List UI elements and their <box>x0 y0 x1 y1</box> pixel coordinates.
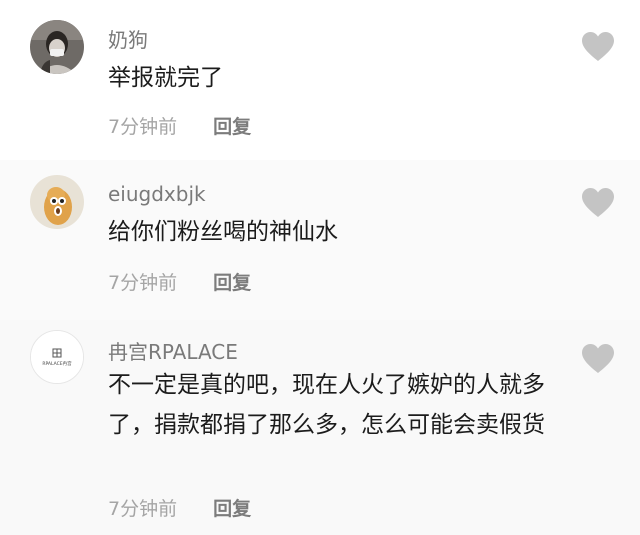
like-button[interactable] <box>582 32 614 62</box>
comment-time: 7分钟前 <box>108 498 178 520</box>
like-button[interactable] <box>582 188 614 218</box>
like-button[interactable] <box>582 344 614 374</box>
heart-icon <box>582 188 614 217</box>
username[interactable]: 奶狗 <box>108 24 148 53</box>
comment-text: 不一定是真的吧，现在人火了嫉妒的人就多了，捐款都捐了那么多，怎么可能会卖假货 <box>108 372 545 438</box>
username[interactable]: 冉宫RPALACE <box>108 336 238 365</box>
comment-time: 7分钟前 <box>108 272 178 294</box>
comment-item: 奶狗 举报就完了 7分钟前 回复 <box>0 0 640 160</box>
comment-meta: 7分钟前 回复 <box>108 268 251 295</box>
heart-icon <box>582 32 614 61</box>
comment-meta: 7分钟前 回复 <box>108 494 251 521</box>
username[interactable]: eiugdxbjk <box>108 182 206 206</box>
reply-button[interactable]: 回复 <box>213 498 251 520</box>
person-with-mask-avatar-icon <box>30 20 84 74</box>
rpalace-logo-avatar-icon: RPALACE冉宫 <box>31 331 83 383</box>
comment-item: RPALACE冉宫 冉宫RPALACE 不一定是真的吧，现在人火了嫉妒的人就多了… <box>0 320 640 535</box>
comment-item: eiugdxbjk 给你们粉丝喝的神仙水 7分钟前 回复 <box>0 160 640 320</box>
heart-icon <box>582 344 614 373</box>
avatar-logo-text: RPALACE冉宫 <box>42 360 72 367</box>
user-avatar[interactable] <box>30 175 84 229</box>
cartoon-peanut-avatar-icon <box>30 175 84 229</box>
comment-meta: 7分钟前 回复 <box>108 112 251 139</box>
comment-text: 给你们粉丝喝的神仙水 <box>108 219 338 245</box>
reply-button[interactable]: 回复 <box>213 116 251 138</box>
user-avatar[interactable]: RPALACE冉宫 <box>30 330 84 384</box>
user-avatar[interactable] <box>30 20 84 74</box>
comment-time: 7分钟前 <box>108 116 178 138</box>
reply-button[interactable]: 回复 <box>213 272 251 294</box>
comment-text: 举报就完了 <box>108 65 223 91</box>
